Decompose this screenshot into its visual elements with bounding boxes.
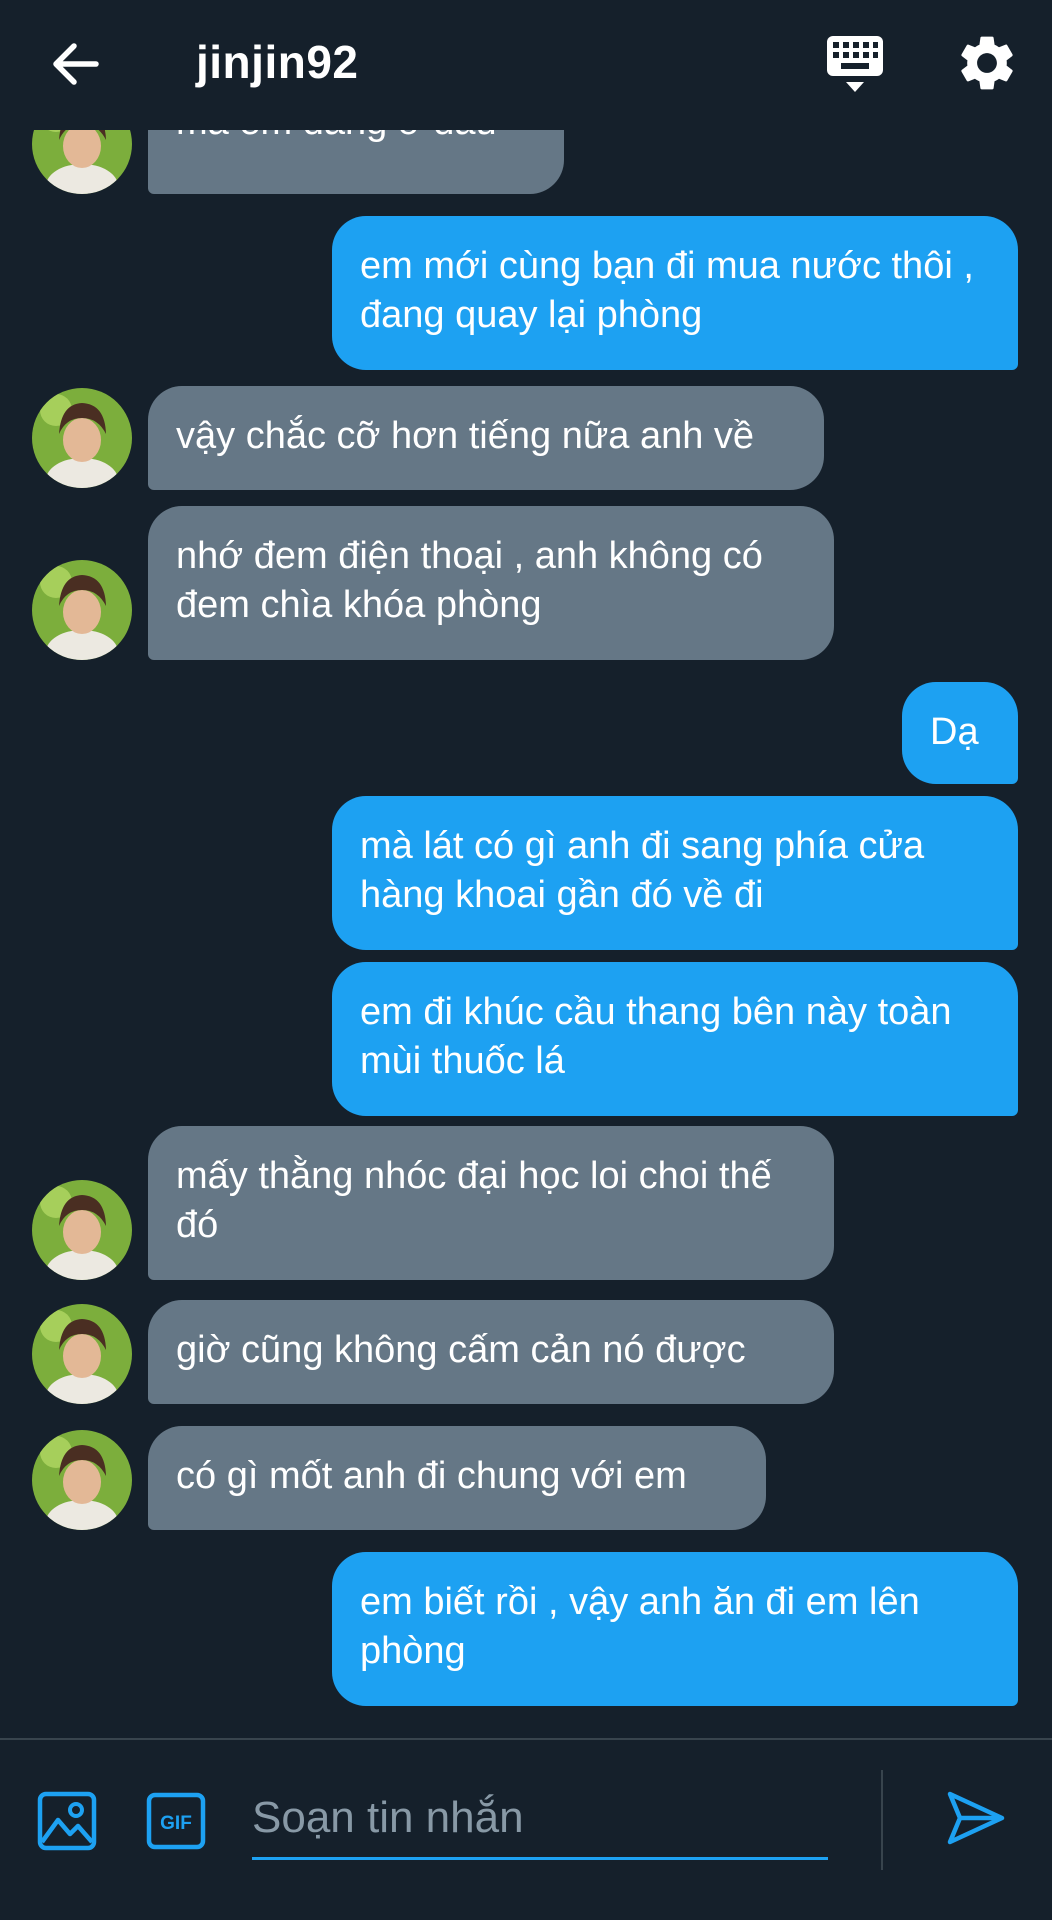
- message-text: vậy chắc cỡ hơn tiếng nữa anh về: [176, 415, 755, 457]
- send-button[interactable]: [944, 1786, 1008, 1850]
- gear-icon: [961, 36, 1013, 90]
- avatar[interactable]: [32, 1430, 132, 1530]
- avatar[interactable]: [32, 1304, 132, 1404]
- avatar[interactable]: [32, 560, 132, 660]
- avatar[interactable]: [32, 388, 132, 488]
- message-row-sent: em mới cùng bạn đi mua nước thôi , đang …: [0, 216, 1052, 370]
- back-button[interactable]: [44, 32, 108, 96]
- composer-divider: [881, 1770, 883, 1870]
- message-row-received: mà em đang ở đâu: [0, 130, 1052, 194]
- message-text: em đi khúc cầu thang bên này toàn mùi th…: [360, 991, 952, 1082]
- image-icon: [37, 1791, 97, 1851]
- message-input[interactable]: [252, 1782, 828, 1860]
- message-text: em biết rồi , vậy anh ăn đi em lên phòng: [360, 1581, 920, 1672]
- message-text: mà lát có gì anh đi sang phía cửa hàng k…: [360, 825, 925, 916]
- message-text: giờ cũng không cấm cản nó được: [176, 1329, 746, 1371]
- message-text: mấy thằng nhóc đại học loi choi thế đó: [176, 1155, 772, 1246]
- conversation-title: jinjin92: [196, 36, 359, 88]
- message-row-received: mấy thằng nhóc đại học loi choi thế đó: [0, 1126, 1052, 1280]
- message-text: có gì mốt anh đi chung với em: [176, 1455, 687, 1497]
- message-row-sent: em biết rồi , vậy anh ăn đi em lên phòng: [0, 1552, 1052, 1706]
- message-bubble[interactable]: giờ cũng không cấm cản nó được: [148, 1300, 834, 1404]
- add-image-button[interactable]: [36, 1790, 98, 1852]
- add-gif-button[interactable]: GIF: [146, 1792, 206, 1850]
- message-row-received: giờ cũng không cấm cản nó được: [0, 1300, 1052, 1404]
- message-bubble[interactable]: em mới cùng bạn đi mua nước thôi , đang …: [332, 216, 1018, 370]
- message-bubble[interactable]: mấy thằng nhóc đại học loi choi thế đó: [148, 1126, 834, 1280]
- chat-header: jinjin92: [0, 0, 1052, 130]
- message-row-received: có gì mốt anh đi chung với em: [0, 1426, 1052, 1530]
- message-text: Dạ: [930, 711, 979, 753]
- message-row-sent: Dạ: [0, 682, 1052, 784]
- message-bubble[interactable]: em đi khúc cầu thang bên này toàn mùi th…: [332, 962, 1018, 1116]
- message-bubble[interactable]: nhớ đem điện thoại , anh không có đem ch…: [148, 506, 834, 660]
- settings-button[interactable]: [954, 30, 1020, 96]
- message-bubble[interactable]: Dạ: [902, 682, 1018, 784]
- message-bubble[interactable]: vậy chắc cỡ hơn tiếng nữa anh về: [148, 386, 824, 490]
- message-text: mà em đang ở đâu: [176, 130, 497, 143]
- keyboard-icon: [827, 36, 883, 92]
- message-bubble[interactable]: mà lát có gì anh đi sang phía cửa hàng k…: [332, 796, 1018, 950]
- message-row-received: nhớ đem điện thoại , anh không có đem ch…: [0, 506, 1052, 660]
- message-composer: GIF: [0, 1738, 1052, 1920]
- message-row-received: vậy chắc cỡ hơn tiếng nữa anh về: [0, 386, 1052, 490]
- message-text: em mới cùng bạn đi mua nước thôi , đang …: [360, 245, 974, 336]
- arrow-left-icon: [53, 43, 99, 85]
- message-bubble[interactable]: em biết rồi , vậy anh ăn đi em lên phòng: [332, 1552, 1018, 1706]
- message-row-sent: mà lát có gì anh đi sang phía cửa hàng k…: [0, 796, 1052, 950]
- keyboard-button[interactable]: [822, 32, 888, 96]
- avatar[interactable]: [32, 130, 132, 194]
- gif-icon: GIF: [146, 1792, 206, 1850]
- message-row-sent: em đi khúc cầu thang bên này toàn mùi th…: [0, 962, 1052, 1116]
- message-thread[interactable]: mà em đang ở đâu em mới cùng bạn đi mua …: [0, 130, 1052, 1738]
- message-text: nhớ đem điện thoại , anh không có đem ch…: [176, 535, 763, 626]
- message-bubble[interactable]: có gì mốt anh đi chung với em: [148, 1426, 766, 1530]
- avatar[interactable]: [32, 1180, 132, 1280]
- svg-text:GIF: GIF: [160, 1813, 192, 1834]
- message-bubble[interactable]: mà em đang ở đâu: [148, 130, 564, 194]
- send-icon: [947, 1791, 1005, 1845]
